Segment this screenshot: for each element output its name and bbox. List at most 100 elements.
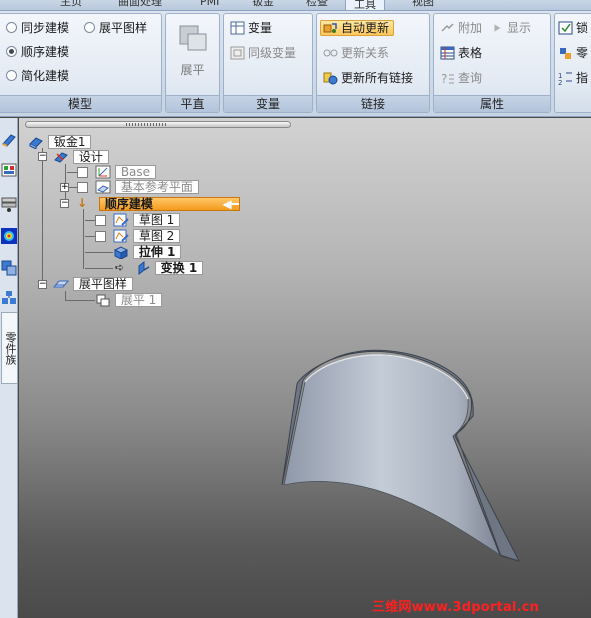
sketch-icon — [113, 229, 129, 243]
tree-line — [65, 300, 95, 301]
family-of-parts-icon[interactable] — [1, 290, 17, 306]
sketch2-visibility-checkbox[interactable] — [95, 231, 106, 242]
display-button[interactable]: 显示 — [493, 18, 531, 38]
tab-sheetmetal[interactable]: 钣金 — [252, 0, 274, 10]
variables-group-label: 变量 — [224, 95, 312, 112]
layers-icon[interactable] — [1, 196, 17, 212]
sync-modeling-label: 同步建模 — [21, 21, 70, 35]
base-visibility-checkbox[interactable] — [77, 167, 88, 178]
family-of-parts-tab[interactable]: 零件族 — [1, 312, 17, 384]
properties-group: 附加 显示 表格 ? 查询 属性 — [433, 13, 551, 113]
tree-line — [83, 209, 84, 269]
design-icon — [54, 152, 68, 163]
tree-ordered-label-box: 顺序建模 ◀━ — [98, 197, 240, 211]
sheet-metal-part-icon — [29, 137, 43, 149]
sync-modeling-radio[interactable] — [6, 22, 17, 33]
ordered-modeling-radio[interactable] — [6, 46, 17, 57]
graphics-viewport[interactable]: 钣金1 − 设计 Base + 基本参考平面 − ↓ 顺序建模 ◀━ 草图 1 草… — [19, 118, 591, 618]
tree-flat1[interactable]: 展平 1 — [95, 293, 163, 307]
simplified-modeling-option[interactable]: 简化建模 — [6, 66, 69, 86]
tab-view[interactable]: 视图 — [412, 0, 434, 10]
end-of-feature-arrow-icon: ◀━ — [222, 197, 239, 211]
sync-variable-button[interactable]: 同级变量 — [230, 43, 296, 63]
feature-library-icon[interactable] — [1, 162, 17, 178]
ribbon: 主页 曲面处理 PMI 钣金 检查 工具 视图 同步建模 顺序建模 简化建模 展… — [0, 0, 591, 117]
sync-modeling-option[interactable]: 同步建模 — [6, 18, 69, 38]
tree-sketch1[interactable]: 草图 1 — [113, 213, 181, 227]
simplified-modeling-radio[interactable] — [6, 70, 17, 81]
tree-flat-pattern-label: 展平图样 — [72, 277, 133, 291]
update-relations-button[interactable]: 更新关系 — [323, 43, 389, 63]
ordered-collapse-toggle[interactable]: − — [60, 199, 69, 208]
tree-design[interactable]: 设计 — [53, 150, 109, 164]
svg-text:2: 2 — [558, 79, 562, 85]
tree-ordered-label: 顺序建模 — [104, 197, 153, 211]
update-all-links-icon — [323, 72, 338, 85]
ordered-modeling-label: 顺序建模 — [21, 45, 70, 59]
tab-pmi[interactable]: PMI — [200, 0, 219, 10]
tree-line — [85, 252, 113, 253]
variable-label: 变量 — [248, 21, 273, 35]
lock-button[interactable]: 锁 — [558, 18, 588, 38]
flat-pattern-collapse-toggle[interactable]: − — [38, 280, 47, 289]
tree-extrude1-label: 拉伸 1 — [132, 245, 182, 259]
tab-surfacing[interactable]: 曲面处理 — [118, 0, 162, 10]
ref-planes-expand-toggle[interactable]: + — [60, 183, 69, 192]
sketch-icon — [113, 213, 129, 227]
attach-button[interactable]: 附加 — [440, 18, 482, 38]
update-relations-label: 更新关系 — [341, 46, 390, 60]
tree-flat1-label: 展平 1 — [114, 293, 163, 307]
tab-inspect[interactable]: 检查 — [306, 0, 328, 10]
tree-sketch2[interactable]: 草图 2 — [113, 229, 181, 243]
links-group: 自动更新 更新关系 更新所有链接 链接 — [316, 13, 430, 113]
tree-extrude1[interactable]: 拉伸 1 — [113, 245, 182, 259]
flat-pattern-option[interactable]: 展平图样 — [84, 18, 147, 38]
properties-group-label: 属性 — [434, 95, 550, 112]
tree-design-label: 设计 — [72, 150, 109, 164]
ordered-modeling-option[interactable]: 顺序建模 — [6, 42, 69, 62]
flat-pattern-radio[interactable] — [84, 22, 95, 33]
sort-icon: 12 — [558, 72, 572, 85]
tree-ref-planes[interactable]: 基本参考平面 — [95, 180, 199, 194]
flat-pattern-icon — [53, 280, 69, 288]
update-all-links-button[interactable]: 更新所有链接 — [323, 68, 413, 88]
query-label: 查询 — [458, 71, 483, 85]
design-collapse-toggle[interactable]: − — [38, 152, 47, 161]
flatten-button[interactable]: 展平 — [166, 18, 219, 90]
tree-root-label: 钣金1 — [47, 135, 92, 149]
tree-sketch1-label: 草图 1 — [132, 213, 181, 227]
query-button[interactable]: ? 查询 — [440, 68, 482, 88]
auto-update-button[interactable]: 自动更新 — [320, 18, 395, 38]
variable-button[interactable]: 变量 — [230, 18, 272, 38]
ref-planes-icon — [95, 180, 111, 194]
attach-icon — [441, 23, 454, 32]
pointer-label: 指 — [576, 71, 589, 85]
table-button[interactable]: 表格 — [440, 43, 482, 63]
pathfinder-icon[interactable] — [1, 132, 17, 148]
display-icon — [494, 24, 501, 32]
tree-flat-pattern[interactable]: 展平图样 — [53, 277, 133, 291]
extrude-icon — [113, 246, 129, 259]
color-map-icon[interactable] — [1, 228, 17, 244]
tree-transform1[interactable]: ➪ 变换 1 — [115, 261, 204, 275]
ref-planes-visibility-checkbox[interactable] — [77, 182, 88, 193]
tree-ordered[interactable]: ↓ 顺序建模 ◀━ — [77, 197, 240, 211]
flat-pattern-label: 展平图样 — [99, 21, 148, 35]
tree-base[interactable]: Base — [95, 165, 157, 179]
part-button[interactable]: 零 — [558, 43, 588, 63]
tab-home[interactable]: 主页 — [60, 0, 82, 10]
table-label: 表格 — [458, 46, 483, 60]
variables-group: 变量 同级变量 变量 — [223, 13, 313, 113]
auto-update-icon — [323, 23, 337, 33]
display-label: 显示 — [507, 21, 532, 35]
sensor-icon[interactable] — [1, 260, 17, 276]
sync-variable-icon — [230, 46, 245, 60]
transform-icon — [138, 261, 150, 275]
tree-root[interactable]: 钣金1 — [28, 135, 92, 149]
variable-table-icon — [230, 21, 245, 35]
sketch1-visibility-checkbox[interactable] — [95, 215, 106, 226]
tab-tools[interactable]: 工具 — [345, 0, 385, 10]
lock-icon — [558, 21, 573, 35]
table-icon — [440, 46, 455, 60]
pointer-button[interactable]: 12 指 — [558, 68, 588, 88]
